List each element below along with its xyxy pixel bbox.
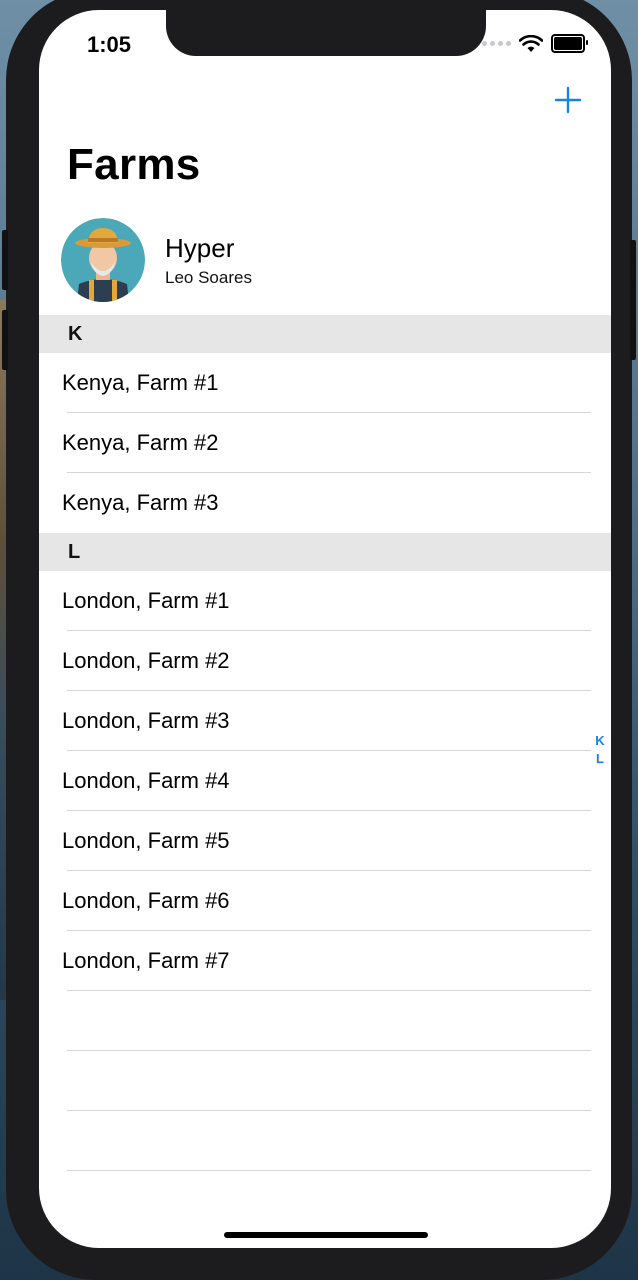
- empty-row: [39, 1051, 611, 1111]
- empty-row: [39, 1111, 611, 1171]
- plus-icon: [554, 86, 582, 114]
- list-item[interactable]: London, Farm #3: [39, 691, 611, 751]
- signal-icon: [482, 41, 511, 46]
- power-button: [630, 240, 636, 360]
- farm-list: K Kenya, Farm #1 Kenya, Farm #2 Kenya, F…: [39, 315, 611, 1171]
- index-item-k[interactable]: K: [593, 732, 607, 750]
- section-header-k: K: [39, 315, 611, 353]
- wifi-icon: [519, 34, 543, 52]
- home-indicator[interactable]: [224, 1232, 428, 1238]
- list-item[interactable]: London, Farm #4: [39, 751, 611, 811]
- status-icons: [482, 34, 588, 53]
- list-item[interactable]: London, Farm #6: [39, 871, 611, 931]
- list-item[interactable]: Kenya, Farm #1: [39, 353, 611, 413]
- section-index: K L: [593, 732, 607, 768]
- battery-icon: [551, 34, 588, 53]
- profile-name: Hyper: [165, 232, 235, 263]
- add-farm-button[interactable]: [553, 86, 583, 116]
- avatar: [61, 218, 145, 302]
- list-item[interactable]: Kenya, Farm #2: [39, 413, 611, 473]
- list-item[interactable]: London, Farm #1: [39, 571, 611, 631]
- list-item[interactable]: London, Farm #7: [39, 931, 611, 991]
- list-item[interactable]: London, Farm #5: [39, 811, 611, 871]
- volume-up-button: [2, 230, 8, 290]
- notch: [166, 10, 486, 56]
- index-item-l[interactable]: L: [593, 750, 607, 768]
- list-item[interactable]: Kenya, Farm #3: [39, 473, 611, 533]
- app-screen: 1:05 Farms Hyper Leo Soares K Kenya, Far…: [39, 10, 611, 1248]
- profile-subtitle: Leo Soares: [165, 267, 252, 287]
- volume-down-button: [2, 310, 8, 370]
- page-title: Farms: [67, 140, 201, 189]
- profile-header[interactable]: Hyper Leo Soares: [61, 218, 252, 302]
- status-time: 1:05: [87, 32, 132, 57]
- list-item[interactable]: London, Farm #2: [39, 631, 611, 691]
- section-header-l: L: [39, 533, 611, 571]
- farmer-avatar-icon: [61, 218, 145, 302]
- phone-frame: 1:05 Farms Hyper Leo Soares K Kenya, Far…: [2, 0, 636, 1280]
- empty-row: [39, 991, 611, 1051]
